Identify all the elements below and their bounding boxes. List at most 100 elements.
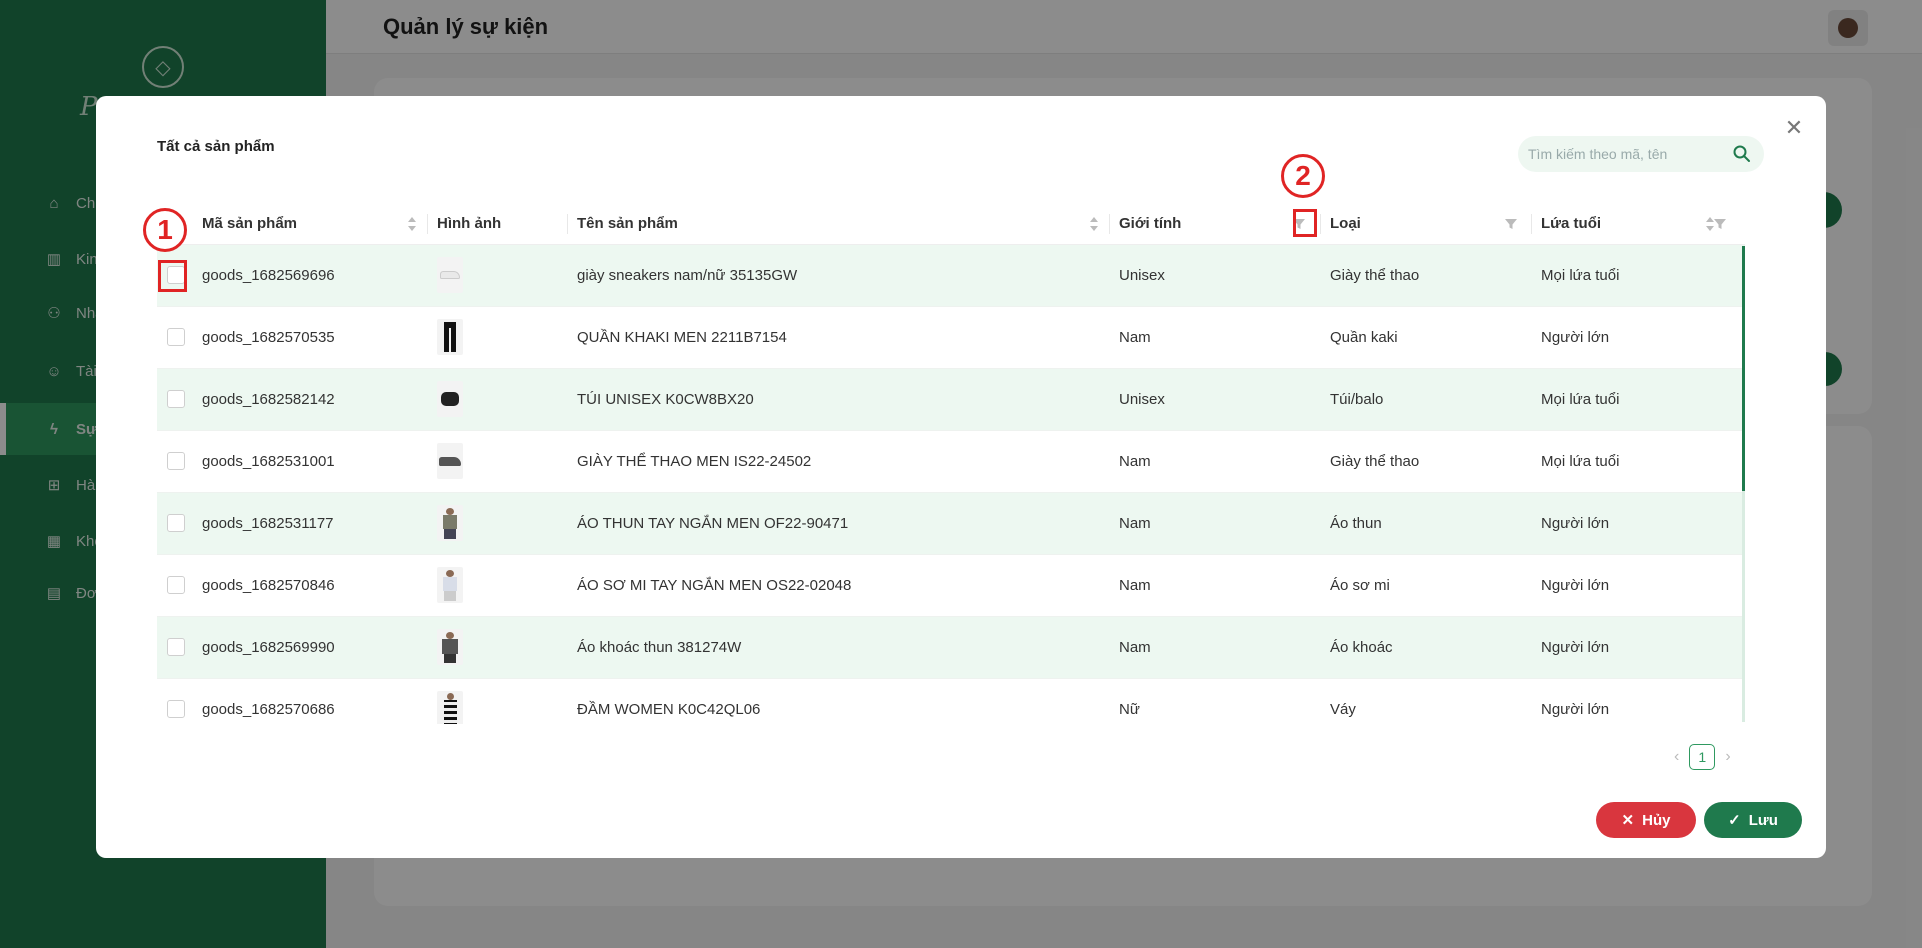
- prev-page-icon[interactable]: ‹: [1674, 748, 1679, 766]
- product-image-cell: [427, 554, 567, 617]
- annotation-highlight-checkbox: [158, 260, 187, 292]
- col-header-label: Hình ảnh: [437, 215, 502, 233]
- product-image-cell: [427, 368, 567, 431]
- row-checkbox[interactable]: [167, 700, 185, 719]
- search-box: [1518, 136, 1764, 172]
- product-name: ÁO THUN TAY NGẮN MEN OF22-90471: [567, 492, 1109, 555]
- product-gender: Nữ: [1109, 678, 1320, 724]
- cancel-button[interactable]: ✕ Hủy: [1596, 802, 1696, 838]
- product-name: TÚI UNISEX K0CW8BX20: [567, 368, 1109, 431]
- product-age: Mọi lứa tuổi: [1531, 244, 1745, 307]
- product-code: goods_1682531001: [192, 430, 427, 493]
- product-name: Áo khoác thun 381274W: [567, 616, 1109, 679]
- product-thumbnail: [437, 691, 463, 724]
- sort-icon[interactable]: [1089, 216, 1099, 232]
- modal-title: Tất cả sản phẩm: [157, 138, 275, 155]
- product-thumbnail: [437, 629, 463, 665]
- product-age: Người lớn: [1531, 306, 1745, 369]
- product-name: ĐẦM WOMEN K0C42QL06: [567, 678, 1109, 724]
- product-type: Áo khoác: [1320, 616, 1531, 679]
- filter-icon[interactable]: [1713, 217, 1727, 231]
- col-header-name[interactable]: Tên sản phẩm: [567, 204, 1109, 245]
- table-row[interactable]: goods_1682570846 ÁO SƠ MI TAY NGẮN MEN O…: [157, 554, 1745, 617]
- table-row[interactable]: goods_1682531001 GIÀY THỂ THAO MEN IS22-…: [157, 430, 1745, 493]
- col-header-label: Loại: [1330, 215, 1361, 233]
- product-code: goods_1682570846: [192, 554, 427, 617]
- row-checkbox[interactable]: [167, 514, 185, 533]
- table-header-row: Mã sản phẩm Hình ảnh Tên sản phẩm Giới t…: [157, 204, 1745, 245]
- product-name: GIÀY THỂ THAO MEN IS22-24502: [567, 430, 1109, 493]
- annotation-marker-1: 1: [143, 208, 187, 252]
- col-header-age[interactable]: Lứa tuổi: [1531, 204, 1745, 245]
- product-thumbnail: [437, 443, 463, 479]
- product-thumbnail: [437, 381, 463, 417]
- row-select-cell: [157, 368, 192, 431]
- row-select-cell: [157, 306, 192, 369]
- product-type: Giày thể thao: [1320, 430, 1531, 493]
- table-row[interactable]: goods_1682569696 giày sneakers nam/nữ 35…: [157, 244, 1745, 307]
- row-checkbox[interactable]: [167, 452, 185, 471]
- product-code: goods_1682570535: [192, 306, 427, 369]
- column-divider: [1320, 214, 1321, 234]
- product-age: Mọi lứa tuổi: [1531, 430, 1745, 493]
- product-image-cell: [427, 616, 567, 679]
- product-name: QUẦN KHAKI MEN 2211B7154: [567, 306, 1109, 369]
- product-gender: Nam: [1109, 430, 1320, 493]
- search-input[interactable]: [1528, 136, 1728, 172]
- save-button[interactable]: ✓ Lưu: [1704, 802, 1802, 838]
- column-divider: [1109, 214, 1110, 234]
- table-row[interactable]: goods_1682570686 ĐẦM WOMEN K0C42QL06 Nữ …: [157, 678, 1745, 724]
- product-code: goods_1682570686: [192, 678, 427, 724]
- close-icon[interactable]: ✕: [1782, 116, 1806, 140]
- col-header-type[interactable]: Loại: [1320, 204, 1531, 245]
- product-code: goods_1682582142: [192, 368, 427, 431]
- product-gender: Nam: [1109, 492, 1320, 555]
- row-checkbox[interactable]: [167, 576, 185, 595]
- col-header-image: Hình ảnh: [427, 204, 567, 245]
- table-row[interactable]: goods_1682582142 TÚI UNISEX K0CW8BX20 Un…: [157, 368, 1745, 431]
- col-header-code[interactable]: Mã sản phẩm: [192, 204, 427, 245]
- column-divider: [567, 214, 568, 234]
- scrollbar-thumb[interactable]: [1742, 246, 1745, 491]
- product-image-cell: [427, 492, 567, 555]
- column-divider: [1531, 214, 1532, 234]
- row-select-cell: [157, 616, 192, 679]
- row-checkbox[interactable]: [167, 328, 185, 347]
- product-thumbnail: [437, 505, 463, 541]
- product-gender: Unisex: [1109, 368, 1320, 431]
- table-row[interactable]: goods_1682570535 QUẦN KHAKI MEN 2211B715…: [157, 306, 1745, 369]
- product-age: Người lớn: [1531, 492, 1745, 555]
- search-icon[interactable]: [1732, 144, 1752, 164]
- product-type: Quần kaki: [1320, 306, 1531, 369]
- row-select-cell: [157, 554, 192, 617]
- table-scrollbar[interactable]: [1742, 246, 1745, 722]
- product-age: Người lớn: [1531, 554, 1745, 617]
- pagination: ‹ 1 ›: [1674, 744, 1731, 770]
- product-image-cell: [427, 244, 567, 307]
- annotation-marker-2: 2: [1281, 154, 1325, 198]
- product-type: Áo thun: [1320, 492, 1531, 555]
- row-checkbox[interactable]: [167, 638, 185, 657]
- save-label: Lưu: [1748, 811, 1778, 829]
- product-age: Người lớn: [1531, 678, 1745, 724]
- product-image-cell: [427, 430, 567, 493]
- next-page-icon[interactable]: ›: [1725, 748, 1730, 766]
- table-row[interactable]: goods_1682569990 Áo khoác thun 381274W N…: [157, 616, 1745, 679]
- product-table: Mã sản phẩm Hình ảnh Tên sản phẩm Giới t…: [157, 204, 1745, 724]
- col-header-label: Tên sản phẩm: [577, 215, 678, 233]
- filter-icon[interactable]: [1504, 217, 1518, 231]
- col-header-gender[interactable]: Giới tính: [1109, 204, 1320, 245]
- product-type: Túi/balo: [1320, 368, 1531, 431]
- sort-icon[interactable]: [407, 216, 417, 232]
- col-header-label: Mã sản phẩm: [202, 215, 298, 233]
- column-divider: [427, 214, 428, 234]
- product-gender: Nam: [1109, 306, 1320, 369]
- page-number[interactable]: 1: [1689, 744, 1716, 770]
- row-checkbox[interactable]: [167, 390, 185, 409]
- product-type: Giày thể thao: [1320, 244, 1531, 307]
- table-row[interactable]: goods_1682531177 ÁO THUN TAY NGẮN MEN OF…: [157, 492, 1745, 555]
- product-code: goods_1682531177: [192, 492, 427, 555]
- row-select-cell: [157, 430, 192, 493]
- cancel-label: Hủy: [1642, 811, 1671, 829]
- product-modal: Tất cả sản phẩm ✕ Mã sản phẩm: [96, 96, 1826, 858]
